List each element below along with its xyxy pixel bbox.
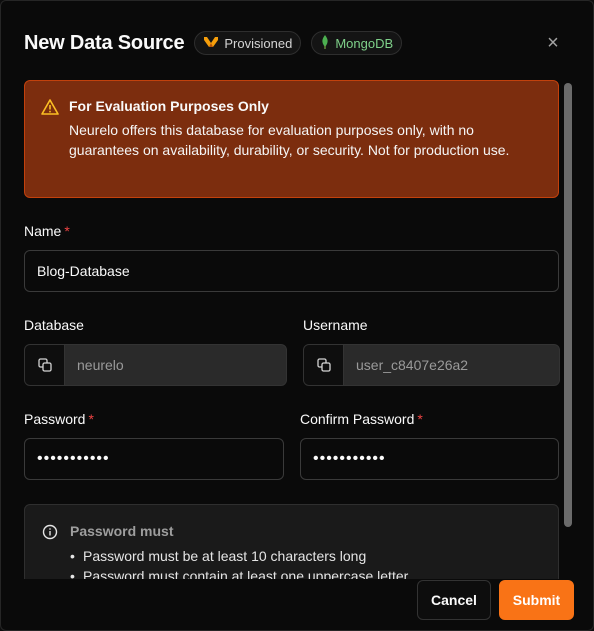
cancel-button[interactable]: Cancel <box>417 580 491 620</box>
evaluation-warning: For Evaluation Purposes Only Neurelo off… <box>24 80 559 198</box>
required-marker: * <box>417 411 423 427</box>
username-label: Username <box>303 317 368 333</box>
requirement-item: Password must be at least 10 characters … <box>70 546 538 566</box>
confirm-password-label: Confirm Password * <box>300 411 423 427</box>
new-data-source-dialog: New Data Source Provisioned MongoDB × Fo… <box>0 0 594 631</box>
warning-text: Neurelo offers this database for evaluat… <box>69 122 510 158</box>
name-label: Name * <box>24 223 70 239</box>
username-value: user_c8407e26a2 <box>356 357 469 373</box>
mongodb-badge: MongoDB <box>311 31 403 55</box>
copy-icon[interactable] <box>304 345 344 385</box>
required-marker: * <box>88 411 94 427</box>
dialog-body: For Evaluation Purposes Only Neurelo off… <box>1 79 575 579</box>
username-field: user_c8407e26a2 <box>303 344 560 386</box>
requirement-item: Password must contain at least one upper… <box>70 566 538 579</box>
database-field: neurelo <box>24 344 287 386</box>
info-icon <box>42 524 58 545</box>
password-requirements: Password must Password must be at least … <box>24 504 559 579</box>
requirements-list: Password must be at least 10 characters … <box>70 546 538 579</box>
neurelo-logo-icon <box>203 36 219 51</box>
provisioned-badge: Provisioned <box>194 31 302 55</box>
name-label-text: Name <box>24 223 62 239</box>
password-label-text: Password <box>24 411 86 427</box>
name-input[interactable]: Blog-Database <box>24 250 559 292</box>
confirm-password-input[interactable]: ••••••••••• <box>300 438 559 480</box>
warning-icon <box>41 99 59 115</box>
password-input[interactable]: ••••••••••• <box>24 438 284 480</box>
database-label: Database <box>24 317 84 333</box>
warning-title: For Evaluation Purposes Only <box>69 98 269 114</box>
close-icon[interactable]: × <box>539 29 567 57</box>
dialog-title: New Data Source <box>24 31 185 54</box>
mongodb-leaf-icon <box>320 34 330 52</box>
requirements-title: Password must <box>70 523 174 539</box>
provisioned-label: Provisioned <box>224 35 293 51</box>
copy-icon[interactable] <box>25 345 65 385</box>
database-value: neurelo <box>77 357 124 373</box>
confirm-password-label-text: Confirm Password <box>300 411 415 427</box>
required-marker: * <box>64 223 70 239</box>
submit-button[interactable]: Submit <box>499 580 574 620</box>
dialog-header: New Data Source Provisioned MongoDB × <box>24 29 573 57</box>
mongodb-label: MongoDB <box>335 35 394 51</box>
password-label: Password * <box>24 411 94 427</box>
